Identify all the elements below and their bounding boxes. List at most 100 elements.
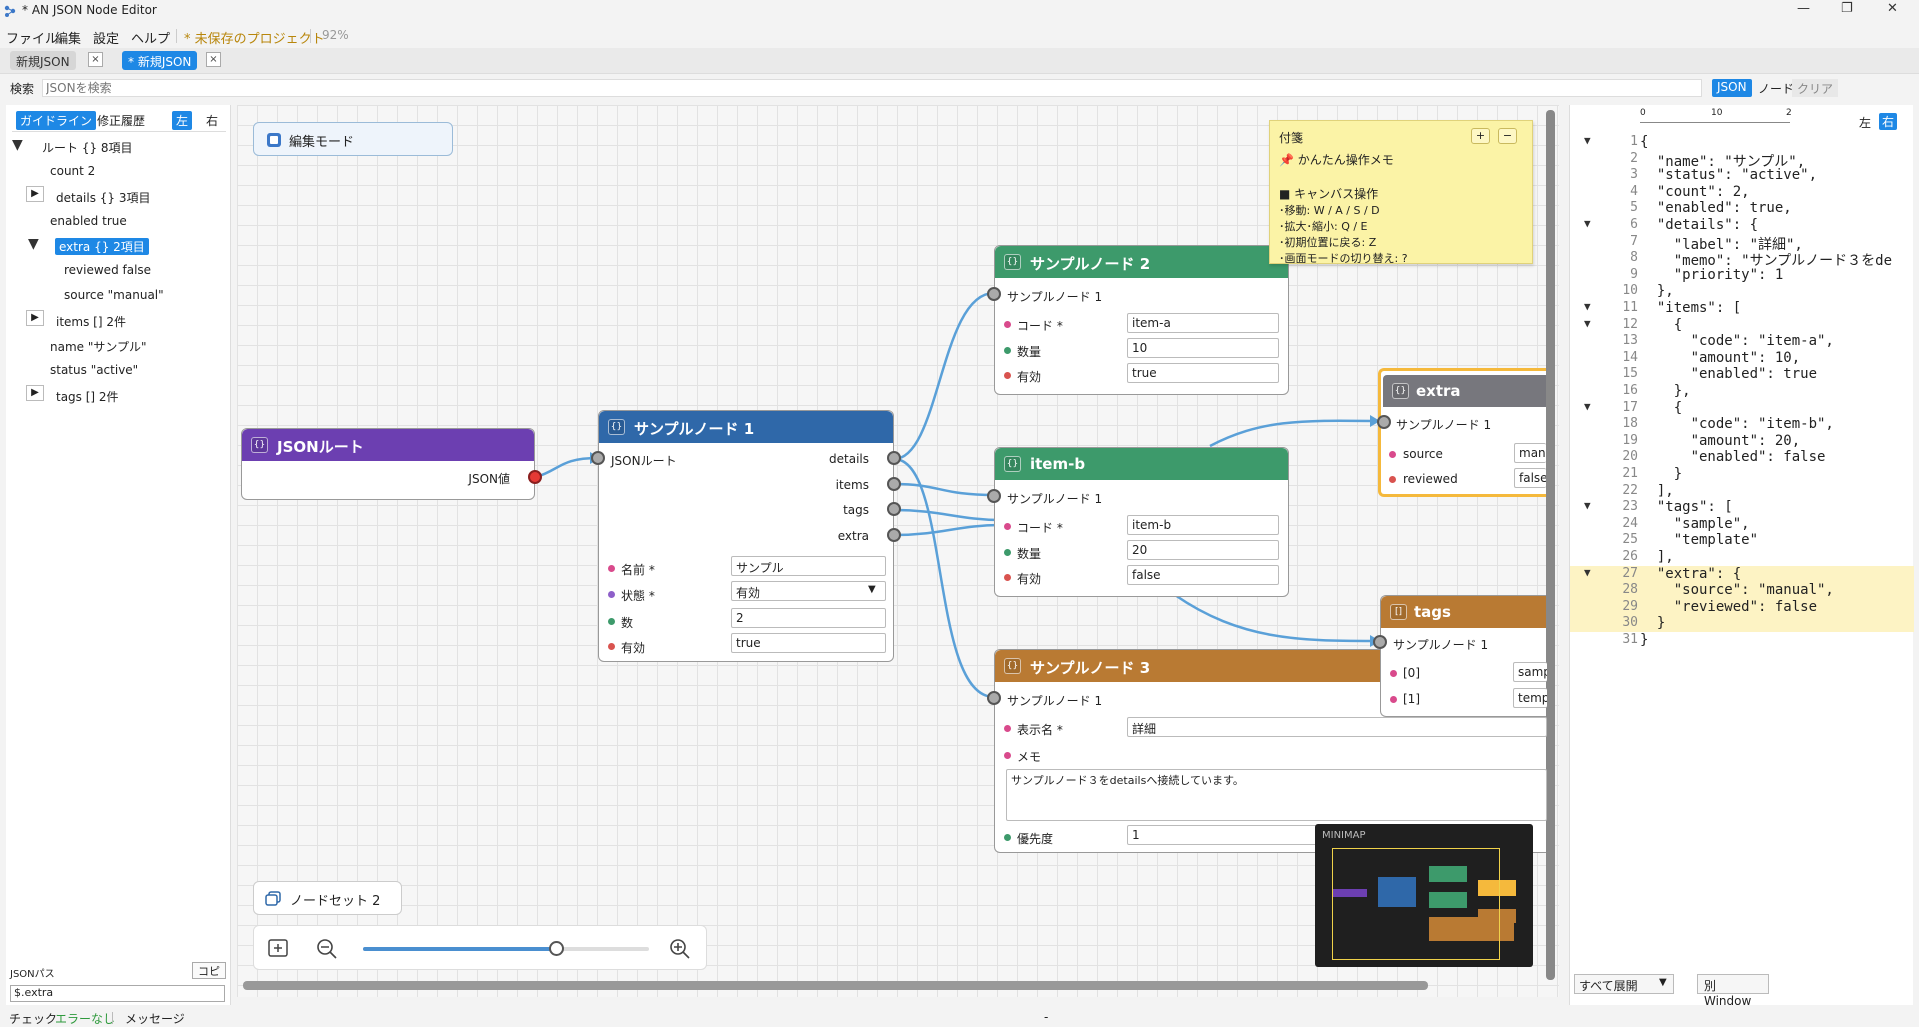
count-input[interactable]: 2 (731, 608, 886, 628)
node-tags[interactable]: [] tags サンプルノード 1 [0] samp [1] templ (1373, 595, 1547, 717)
reviewed-input[interactable]: false (1514, 468, 1546, 488)
enabled-input[interactable]: false (1127, 565, 1279, 585)
fold-toggle-icon[interactable]: ▼ (1584, 566, 1591, 579)
node-item-b[interactable]: {} item-b サンプルノード 1 コード * item-b 数量 20 有… (987, 447, 1289, 597)
input-port[interactable] (1373, 635, 1387, 649)
dock-left-button[interactable]: 左 (1859, 114, 1871, 131)
output-port-details[interactable] (887, 451, 901, 465)
input-port[interactable] (987, 287, 1001, 301)
code-line[interactable]: 9 "priority": 1 (1570, 267, 1914, 284)
minimap-viewport[interactable] (1332, 848, 1500, 960)
tree-item-name[interactable]: name "サンプル" (50, 338, 147, 355)
code-line[interactable]: 24 "sample", (1570, 516, 1914, 533)
output-port-tags[interactable] (887, 502, 901, 516)
fold-toggle-icon[interactable]: ▼ (1584, 400, 1591, 413)
note-collapse-button[interactable]: − (1498, 128, 1517, 144)
tree-item-tags[interactable]: tags [] 2件 (56, 388, 119, 405)
source-input[interactable]: manu (1514, 443, 1546, 463)
expand-icon[interactable]: ▶ (26, 310, 44, 326)
code-line[interactable]: 28 "source": "manual", (1570, 582, 1914, 599)
fold-toggle-icon[interactable]: ▼ (1584, 217, 1591, 230)
code-line[interactable]: 31} (1570, 632, 1914, 649)
code-line[interactable]: 22 ], (1570, 483, 1914, 500)
code-line[interactable]: 8 "memo": "サンプルノード３をde (1570, 250, 1914, 269)
output-port-json-value[interactable] (528, 470, 542, 484)
close-tab-icon[interactable]: × (206, 52, 221, 67)
code-line[interactable]: 13 "code": "item-a", (1570, 333, 1914, 350)
code-input[interactable]: item-b (1127, 515, 1279, 535)
code-line[interactable]: ▼ 23 "tags": [ (1570, 499, 1914, 516)
tree-item-details[interactable]: details {} 3項目 (56, 189, 151, 206)
node-json-root[interactable]: {} JSONルート JSON値 (241, 428, 542, 500)
code-line[interactable]: ▼ 11 "items": [ (1570, 300, 1914, 317)
code-line[interactable]: 29 "reviewed": false (1570, 598, 1914, 616)
node-header[interactable]: {} item-b (995, 448, 1288, 480)
fold-toggle-icon[interactable]: ▼ (1584, 499, 1591, 512)
collapse-icon[interactable]: ▼ (28, 236, 39, 252)
tag-0-input[interactable]: samp (1513, 662, 1547, 682)
code-line[interactable]: ▼ 17 { (1570, 400, 1914, 417)
open-window-button[interactable]: 別Window (1697, 974, 1769, 1008)
tree-item-count[interactable]: count 2 (50, 164, 95, 178)
node-set-button[interactable]: ノードセット 2 (253, 881, 402, 915)
expand-all-select[interactable]: すべて展開 ▼ (1574, 974, 1674, 994)
edit-mode-toggle[interactable]: 編集モード (253, 122, 453, 156)
code-line[interactable]: ▼ 6 "details": { (1570, 217, 1914, 234)
tab-new-json[interactable]: 新規JSON (10, 51, 76, 70)
node-header[interactable]: {} JSONルート (242, 429, 534, 461)
search-mode-json[interactable]: JSON (1712, 79, 1752, 97)
tree-item-items[interactable]: items [] 2件 (56, 313, 126, 330)
jsonpath-field[interactable]: $.extra (10, 985, 225, 1002)
fold-toggle-icon[interactable]: ▼ (1584, 300, 1591, 313)
expand-icon[interactable]: ▶ (26, 186, 44, 202)
menu-settings[interactable]: 設定 (93, 28, 119, 47)
search-input[interactable] (42, 79, 1702, 97)
fold-toggle-icon[interactable]: ▼ (1584, 134, 1591, 147)
enabled-input[interactable]: true (731, 633, 886, 653)
node-header[interactable]: {} サンプルノード 2 (995, 246, 1288, 278)
horizontal-scrollbar[interactable] (243, 981, 1428, 990)
minimap[interactable]: MINIMAP (1315, 824, 1533, 967)
dock-left-button[interactable]: 左 (172, 111, 193, 130)
code-line[interactable]: ▼ 1{ (1570, 134, 1914, 151)
tag-1-input[interactable]: templ (1513, 688, 1547, 708)
tab-guidelines[interactable]: ガイドライン (16, 111, 97, 130)
code-line[interactable]: 30 } (1570, 615, 1914, 632)
code-line[interactable]: 20 "enabled": false (1570, 449, 1914, 466)
code-line[interactable]: 3 "status": "active", (1570, 167, 1914, 184)
note-expand-button[interactable]: + (1471, 128, 1490, 144)
amount-input[interactable]: 20 (1127, 540, 1279, 560)
menu-file[interactable]: ファイル (6, 28, 58, 47)
node-header[interactable]: {} サンプルノード 1 (599, 411, 893, 443)
node-header[interactable]: {} extra (1383, 375, 1546, 407)
memo-textarea[interactable]: サンプルノード３をdetailsへ接続しています。 (1006, 769, 1547, 821)
code-line[interactable]: 4 "count": 2, (1570, 184, 1914, 201)
fold-toggle-icon[interactable]: ▼ (1584, 317, 1591, 330)
tree-item-reviewed[interactable]: reviewed false (64, 263, 151, 277)
display-name-input[interactable]: 詳細 (1127, 717, 1547, 737)
amount-input[interactable]: 10 (1127, 338, 1279, 358)
maximize-button[interactable]: ❐ (1841, 1, 1853, 16)
input-port[interactable] (1377, 415, 1391, 429)
messages-tab[interactable]: メッセージ (125, 1010, 185, 1027)
input-port[interactable] (987, 489, 1001, 503)
code-line[interactable]: 14 "amount": 10, (1570, 350, 1914, 367)
close-window-button[interactable]: ✕ (1887, 1, 1898, 16)
vertical-scrollbar[interactable] (1546, 110, 1555, 980)
output-port-items[interactable] (887, 477, 901, 491)
input-port[interactable] (987, 691, 1001, 705)
code-line[interactable]: 16 }, (1570, 383, 1914, 400)
output-port-extra[interactable] (887, 528, 901, 542)
code-line[interactable]: 21 } (1570, 466, 1914, 483)
code-line[interactable]: ▼ 12 { (1570, 317, 1914, 334)
code-input[interactable]: item-a (1127, 313, 1279, 333)
menu-edit[interactable]: 編集 (55, 28, 81, 47)
tab-new-json-active[interactable]: * 新規JSON (122, 51, 198, 70)
collapse-icon[interactable]: ▼ (12, 137, 23, 153)
code-line[interactable]: 15 "enabled": true (1570, 366, 1914, 383)
name-input[interactable]: サンプル (731, 556, 886, 576)
dock-right-button[interactable]: 右 (1879, 113, 1898, 130)
close-tab-icon[interactable]: × (88, 52, 103, 67)
zoom-in-icon[interactable] (669, 938, 691, 960)
code-line[interactable]: 18 "code": "item-b", (1570, 416, 1914, 433)
